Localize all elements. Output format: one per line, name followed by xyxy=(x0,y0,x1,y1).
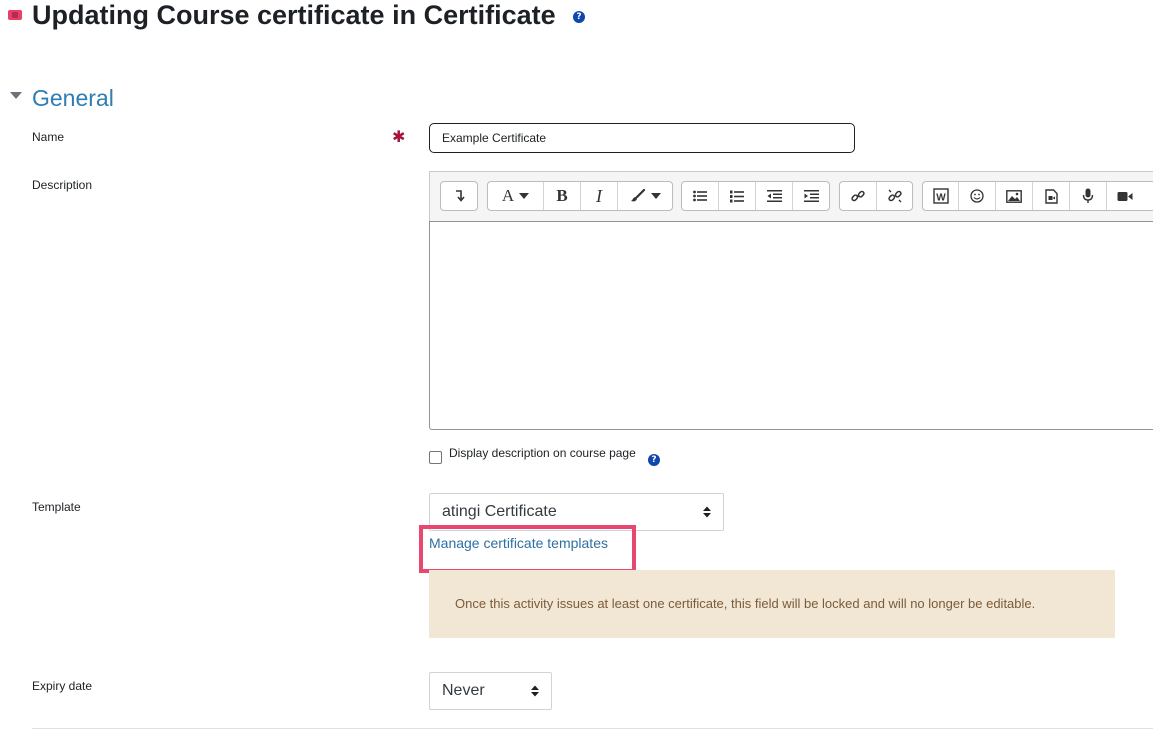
template-select-value: atingi Certificate xyxy=(442,503,557,520)
required-icon: ✱ xyxy=(392,129,406,146)
image-icon[interactable] xyxy=(996,182,1033,210)
ordered-list-icon[interactable] xyxy=(719,182,756,210)
video-icon[interactable] xyxy=(1107,182,1143,210)
select-arrows-icon xyxy=(531,685,539,697)
display-description-help-icon[interactable]: ? xyxy=(648,454,660,466)
expiry-date-select-value: Never xyxy=(442,682,485,699)
unordered-list-icon[interactable] xyxy=(682,182,719,210)
page-title: Updating Course certificate in Certifica… xyxy=(32,0,556,32)
font-style-icon[interactable]: A xyxy=(488,182,544,210)
toolbar-group-collapse xyxy=(440,181,478,211)
editor-toolbar: A B I W xyxy=(429,171,1153,221)
svg-text:W: W xyxy=(936,193,946,204)
section-divider xyxy=(32,728,1153,729)
template-label: Template xyxy=(32,500,81,514)
toolbar-group-insert: W xyxy=(922,181,1153,211)
title-help-icon[interactable]: ? xyxy=(573,11,585,23)
expiry-date-label: Expiry date xyxy=(32,679,93,693)
locked-field-notice-text: Once this activity issues at least one c… xyxy=(455,596,1036,611)
unlink-icon[interactable] xyxy=(877,182,912,210)
name-input[interactable] xyxy=(429,123,855,153)
emoji-icon[interactable] xyxy=(959,182,996,210)
paint-brush-icon[interactable] xyxy=(618,182,672,210)
bold-icon[interactable]: B xyxy=(544,182,581,210)
outdent-icon[interactable] xyxy=(756,182,793,210)
page-title-text: Updating Course certificate in Certifica… xyxy=(32,0,556,30)
toolbar-group-links xyxy=(839,181,913,211)
toolbar-group-lists xyxy=(681,181,830,211)
collapse-icon[interactable] xyxy=(441,182,477,210)
display-description-checkbox[interactable] xyxy=(429,451,442,464)
indent-icon[interactable] xyxy=(793,182,829,210)
toolbar-group-style: A B I xyxy=(487,181,673,211)
highlight-annotation xyxy=(419,525,636,573)
microphone-icon[interactable] xyxy=(1070,182,1107,210)
select-arrows-icon xyxy=(703,506,711,518)
bold-glyph: B xyxy=(556,186,568,205)
media-icon[interactable] xyxy=(1033,182,1070,210)
expiry-date-select[interactable]: Never xyxy=(429,672,552,710)
module-icon xyxy=(8,10,22,20)
section-collapse-icon[interactable] xyxy=(10,92,22,99)
description-editor[interactable] xyxy=(429,221,1153,430)
section-title-general[interactable]: General xyxy=(32,83,114,113)
locked-field-notice: Once this activity issues at least one c… xyxy=(429,570,1115,638)
name-label: Name xyxy=(32,130,65,144)
word-import-icon[interactable]: W xyxy=(923,182,959,210)
italic-icon[interactable]: I xyxy=(581,182,618,210)
italic-glyph: I xyxy=(596,185,602,206)
display-description-label: Display description on course page xyxy=(449,446,636,460)
link-icon[interactable] xyxy=(840,182,877,210)
font-style-glyph: A xyxy=(501,186,515,205)
description-label: Description xyxy=(32,178,93,192)
